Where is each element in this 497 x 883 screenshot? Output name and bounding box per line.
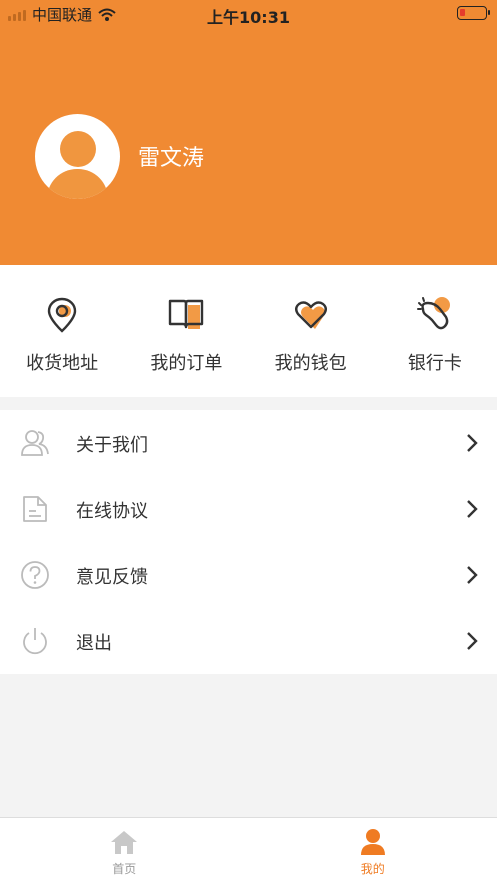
person-icon <box>360 829 385 855</box>
shortcut-wallet[interactable]: 我的钱包 <box>249 265 373 397</box>
username[interactable]: 雷文涛 <box>138 140 204 172</box>
home-icon <box>111 831 138 854</box>
battery-low-icon <box>457 6 490 20</box>
power-icon <box>23 628 47 655</box>
menu-label: 退出 <box>76 633 112 654</box>
tab-home[interactable]: 首页 <box>0 818 249 883</box>
shortcut-bankcard[interactable]: 银行卡 <box>373 265 497 397</box>
shortcut-label: 我的钱包 <box>274 353 347 374</box>
chevron-right-icon <box>467 566 478 584</box>
chevron-right-icon <box>467 632 478 650</box>
shortcut-label: 银行卡 <box>407 353 462 374</box>
people-icon <box>21 430 49 456</box>
tab-bar: 首页 我的 <box>0 817 497 883</box>
chevron-right-icon <box>467 500 478 518</box>
shortcut-grid: 收货地址 我的订单 我的钱包 银行卡 <box>0 265 497 397</box>
card-icon <box>416 297 450 330</box>
menu-item-feedback[interactable]: 意见反馈 <box>0 542 497 608</box>
user-avatar-icon[interactable] <box>35 114 120 199</box>
shortcut-orders[interactable]: 我的订单 <box>124 265 248 397</box>
location-pin-icon <box>47 297 77 333</box>
chevron-right-icon <box>467 434 478 452</box>
menu-label: 在线协议 <box>76 501 148 522</box>
question-icon <box>21 561 49 589</box>
settings-menu: 关于我们 在线协议 意见反馈 退出 <box>0 410 497 674</box>
shortcut-address[interactable]: 收货地址 <box>0 265 124 397</box>
tab-label: 我的 <box>360 862 385 876</box>
status-time: 上午10:31 <box>207 8 290 27</box>
profile-header: 中国联通 上午10:31 雷文涛 <box>0 0 497 265</box>
tab-label: 首页 <box>112 862 137 876</box>
menu-label: 关于我们 <box>76 435 148 456</box>
menu-label: 意见反馈 <box>76 567 148 588</box>
tab-mine[interactable]: 我的 <box>249 818 497 883</box>
book-icon <box>169 299 204 329</box>
menu-item-about[interactable]: 关于我们 <box>0 410 497 476</box>
heart-icon <box>294 301 327 329</box>
menu-item-agreement[interactable]: 在线协议 <box>0 476 497 542</box>
shortcut-label: 我的订单 <box>150 353 223 374</box>
status-bar: 中国联通 上午10:31 <box>0 0 497 28</box>
shortcut-label: 收货地址 <box>26 353 99 374</box>
document-icon <box>23 496 47 522</box>
menu-item-logout[interactable]: 退出 <box>0 608 497 674</box>
